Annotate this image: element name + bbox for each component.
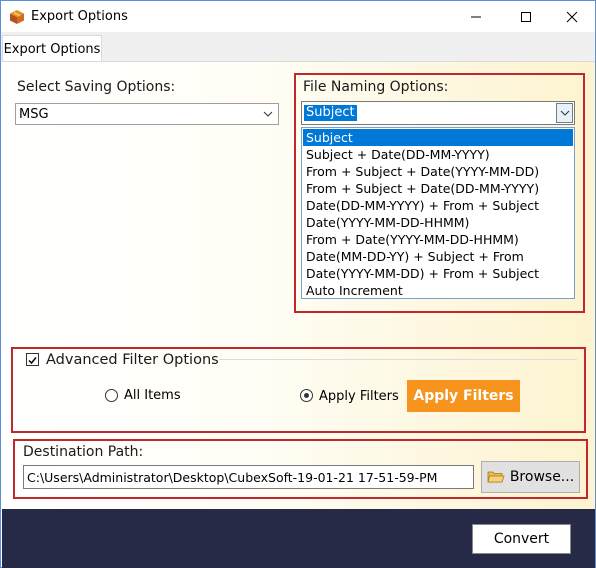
all-items-label: All Items — [124, 388, 181, 403]
apply-filters-button[interactable]: Apply Filters — [407, 380, 520, 412]
chevron-down-icon — [560, 110, 569, 116]
footer-bar: Convert — [2, 509, 595, 568]
advanced-filter-label: Advanced Filter Options — [46, 352, 219, 368]
apply-filters-radio[interactable] — [300, 389, 313, 402]
apply-filters-radio-label: Apply Filters — [319, 389, 399, 404]
file-naming-select[interactable]: Subject — [301, 101, 575, 125]
app-box-icon — [9, 9, 25, 25]
checkmark-icon — [28, 357, 37, 365]
radio-selected-dot — [304, 393, 309, 398]
group-divider — [219, 359, 577, 360]
minimize-button[interactable] — [453, 1, 499, 32]
close-button[interactable] — [549, 1, 595, 32]
dropdown-option[interactable]: Date(YYYY-MM-DD-HHMM) — [303, 214, 573, 231]
dropdown-option[interactable]: Date(YYYY-MM-DD) + From + Subject — [303, 265, 573, 282]
minimize-icon — [471, 16, 481, 17]
file-naming-dropdown-button[interactable] — [556, 103, 573, 123]
destination-path-label: Destination Path: — [23, 444, 144, 460]
saving-options-select[interactable]: MSG — [15, 103, 279, 125]
advanced-filter-checkbox[interactable] — [26, 353, 39, 366]
window-title: Export Options — [31, 9, 128, 24]
dropdown-option[interactable]: Subject — [303, 129, 573, 146]
browse-button[interactable]: Browse... — [481, 461, 580, 493]
destination-path-input[interactable]: C:\Users\Administrator\Desktop\CubexSoft… — [23, 465, 474, 489]
file-naming-value: Subject — [304, 105, 357, 121]
convert-button[interactable]: Convert — [472, 524, 571, 554]
file-naming-dropdown-list: Subject Subject + Date(DD-MM-YYYY) From … — [301, 127, 575, 299]
all-items-radio[interactable] — [105, 389, 118, 402]
close-icon — [566, 11, 578, 22]
tab-strip: Export Options — [1, 32, 595, 63]
folder-icon — [487, 471, 505, 483]
dropdown-option[interactable]: Auto Increment — [303, 282, 573, 299]
dropdown-option[interactable]: Date(MM-DD-YY) + Subject + From — [303, 248, 573, 265]
export-options-window: Export Options Export Options Select Sav… — [0, 0, 596, 568]
dropdown-option[interactable]: From + Date(YYYY-MM-DD-HHMM) — [303, 231, 573, 248]
chevron-down-icon — [260, 106, 276, 122]
dropdown-option[interactable]: Date(DD-MM-YYYY) + From + Subject — [303, 197, 573, 214]
file-naming-label: File Naming Options: — [303, 79, 449, 95]
dropdown-option[interactable]: From + Subject + Date(DD-MM-YYYY) — [303, 180, 573, 197]
saving-options-label: Select Saving Options: — [17, 79, 176, 95]
dropdown-option[interactable]: From + Subject + Date(YYYY-MM-DD) — [303, 163, 573, 180]
title-bar: Export Options — [1, 1, 595, 32]
dropdown-option[interactable]: Subject + Date(DD-MM-YYYY) — [303, 146, 573, 163]
browse-label: Browse... — [509, 469, 575, 485]
saving-options-value: MSG — [19, 107, 49, 122]
maximize-button[interactable] — [503, 1, 549, 32]
tab-export-options[interactable]: Export Options — [2, 35, 102, 63]
maximize-icon — [521, 11, 531, 22]
